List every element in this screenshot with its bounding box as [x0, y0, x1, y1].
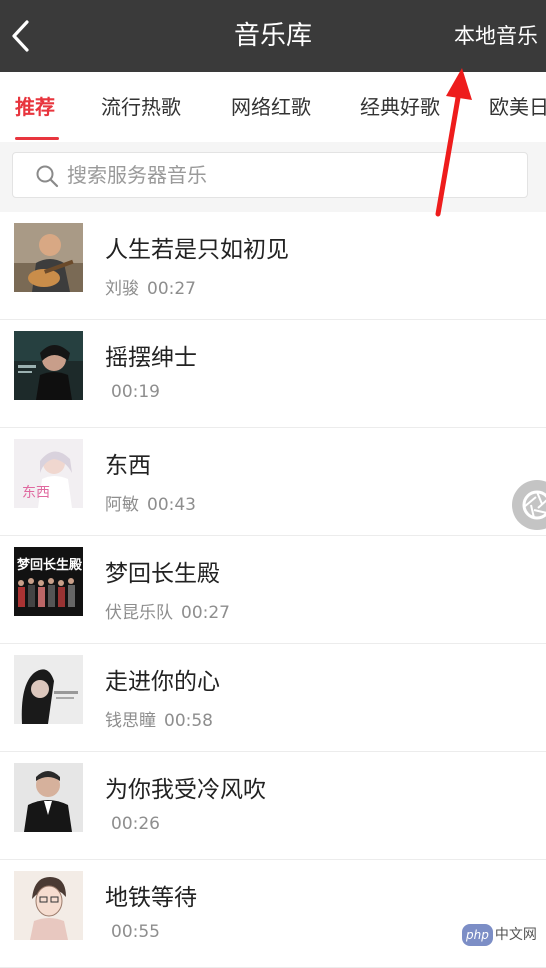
floating-shortcut-button[interactable] — [512, 480, 546, 530]
song-title: 为你我受冷风吹 — [105, 777, 266, 803]
song-duration: 00:26 — [111, 814, 160, 834]
cover-title-text: 梦回长生殿 — [17, 557, 83, 573]
song-row[interactable]: 地铁等待 00:55 — [0, 860, 546, 968]
tab-classics[interactable]: 经典好歌 — [360, 72, 440, 142]
album-cover — [14, 223, 83, 292]
song-artist: 刘骏 — [105, 279, 139, 299]
watermark: php 中文网 — [462, 924, 546, 946]
album-cover — [14, 655, 83, 724]
song-duration: 00:43 — [147, 495, 196, 515]
song-row[interactable]: 东西 东西 阿敏 00:43 — [0, 428, 546, 536]
song-duration: 00:27 — [147, 279, 196, 299]
song-row[interactable]: 摇摆绅士 00:19 — [0, 320, 546, 428]
song-row[interactable]: 为你我受冷风吹 00:26 — [0, 752, 546, 860]
song-title: 地铁等待 — [105, 885, 197, 911]
song-title: 人生若是只如初见 — [105, 237, 289, 263]
song-artist: 钱思瞳 — [105, 711, 156, 731]
song-meta: 00:19 — [105, 382, 160, 402]
local-music-button[interactable]: 本地音乐 — [454, 0, 538, 72]
song-artist: 伏昆乐队 — [105, 603, 173, 623]
tab-recommend[interactable]: 推荐 — [15, 72, 55, 142]
song-title: 梦回长生殿 — [105, 561, 220, 587]
song-meta: 阿敏 00:43 — [105, 490, 196, 515]
song-meta: 刘骏 00:27 — [105, 274, 196, 299]
search-icon — [36, 165, 59, 188]
song-title: 摇摆绅士 — [105, 345, 197, 371]
song-duration: 00:58 — [164, 711, 213, 731]
song-list: 人生若是只如初见 刘骏 00:27 摇摆绅士 00:19 东西 东西 阿敏 00… — [0, 212, 546, 968]
tab-internet-hits[interactable]: 网络红歌 — [231, 72, 311, 142]
tab-western-japanese[interactable]: 欧美日 — [489, 72, 546, 142]
cover-title-text: 东西 — [22, 485, 50, 501]
song-row[interactable]: 人生若是只如初见 刘骏 00:27 — [0, 212, 546, 320]
watermark-logo: php — [462, 924, 493, 946]
active-tab-indicator — [15, 137, 59, 140]
album-cover: 梦回长生殿 — [14, 547, 83, 616]
song-duration: 00:19 — [111, 382, 160, 402]
tab-popular[interactable]: 流行热歌 — [101, 72, 181, 142]
back-button[interactable] — [0, 0, 40, 72]
search-placeholder: 搜索服务器音乐 — [67, 163, 207, 187]
top-bar: 音乐库 本地音乐 — [0, 0, 546, 72]
album-cover: 东西 — [14, 439, 83, 508]
song-meta: 00:55 — [105, 922, 160, 942]
camera-shutter-icon — [522, 490, 546, 520]
song-row[interactable]: 走进你的心 钱思瞳 00:58 — [0, 644, 546, 752]
song-title: 东西 — [105, 453, 151, 479]
song-duration: 00:27 — [181, 603, 230, 623]
search-area: 搜索服务器音乐 — [0, 142, 546, 212]
chevron-left-icon — [12, 20, 29, 52]
album-cover — [14, 763, 83, 832]
song-meta: 钱思瞳 00:58 — [105, 706, 213, 731]
song-title: 走进你的心 — [105, 669, 220, 695]
song-meta: 00:26 — [105, 814, 160, 834]
song-duration: 00:55 — [111, 922, 160, 942]
category-tabs: 推荐 流行热歌 网络红歌 经典好歌 欧美日 — [0, 72, 546, 142]
song-meta: 伏昆乐队 00:27 — [105, 598, 230, 623]
search-input[interactable]: 搜索服务器音乐 — [12, 152, 528, 198]
album-cover — [14, 871, 83, 940]
album-cover — [14, 331, 83, 400]
song-artist: 阿敏 — [105, 495, 139, 515]
song-row[interactable]: 梦回长生殿 梦回长生殿 伏昆乐队 00:27 — [0, 536, 546, 644]
watermark-text: 中文网 — [494, 927, 537, 943]
